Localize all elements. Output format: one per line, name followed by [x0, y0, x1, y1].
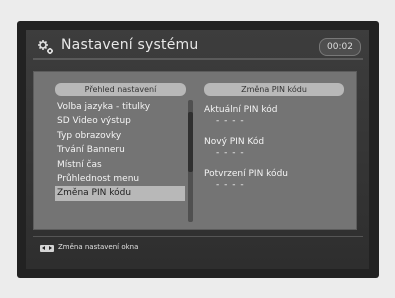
new-pin-input[interactable]: - - - - [204, 148, 354, 160]
new-pin-label: Nový PIN Kód [204, 137, 265, 147]
title-bar: Nastavení systému 00:02 [33, 36, 363, 60]
menu-item-sd-video-output[interactable]: SD Video výstup [55, 114, 185, 128]
pin-change-form: Aktuální PIN kód - - - - Nový PIN Kód - … [204, 104, 354, 200]
settings-menu: Volba jazyka - titulky SD Video výstup T… [55, 100, 185, 201]
scrollbar-thumb[interactable] [188, 112, 193, 172]
gear-icon [38, 40, 53, 54]
right-panel-header: Změna PIN kódu [204, 83, 344, 96]
menu-scrollbar[interactable] [188, 100, 193, 222]
confirm-pin-input[interactable]: - - - - [204, 180, 354, 192]
menu-item-screen-type[interactable]: Typ obrazovky [55, 129, 185, 143]
footer-hint-text: Změna nastavení okna [58, 243, 139, 251]
current-pin-label: Aktuální PIN kód [204, 105, 278, 115]
clock-display: 00:02 [319, 38, 361, 56]
footer-hint-bar: Změna nastavení okna [33, 236, 363, 259]
page-title: Nastavení systému [61, 37, 199, 53]
menu-item-banner-duration[interactable]: Trvání Banneru [55, 143, 185, 157]
current-pin-input[interactable]: - - - - [204, 116, 354, 128]
menu-item-change-pin[interactable]: Změna PIN kódu [55, 186, 185, 201]
confirm-pin-label: Potvrzení PIN kódu [204, 169, 288, 179]
menu-item-menu-transparency[interactable]: Průhlednost menu [55, 172, 185, 186]
menu-item-language-subtitles[interactable]: Volba jazyka - titulky [55, 100, 185, 114]
menu-item-local-time[interactable]: Místní čas [55, 158, 185, 172]
left-panel-header: Přehled nastavení [55, 83, 186, 96]
left-right-keys-icon [40, 245, 54, 252]
